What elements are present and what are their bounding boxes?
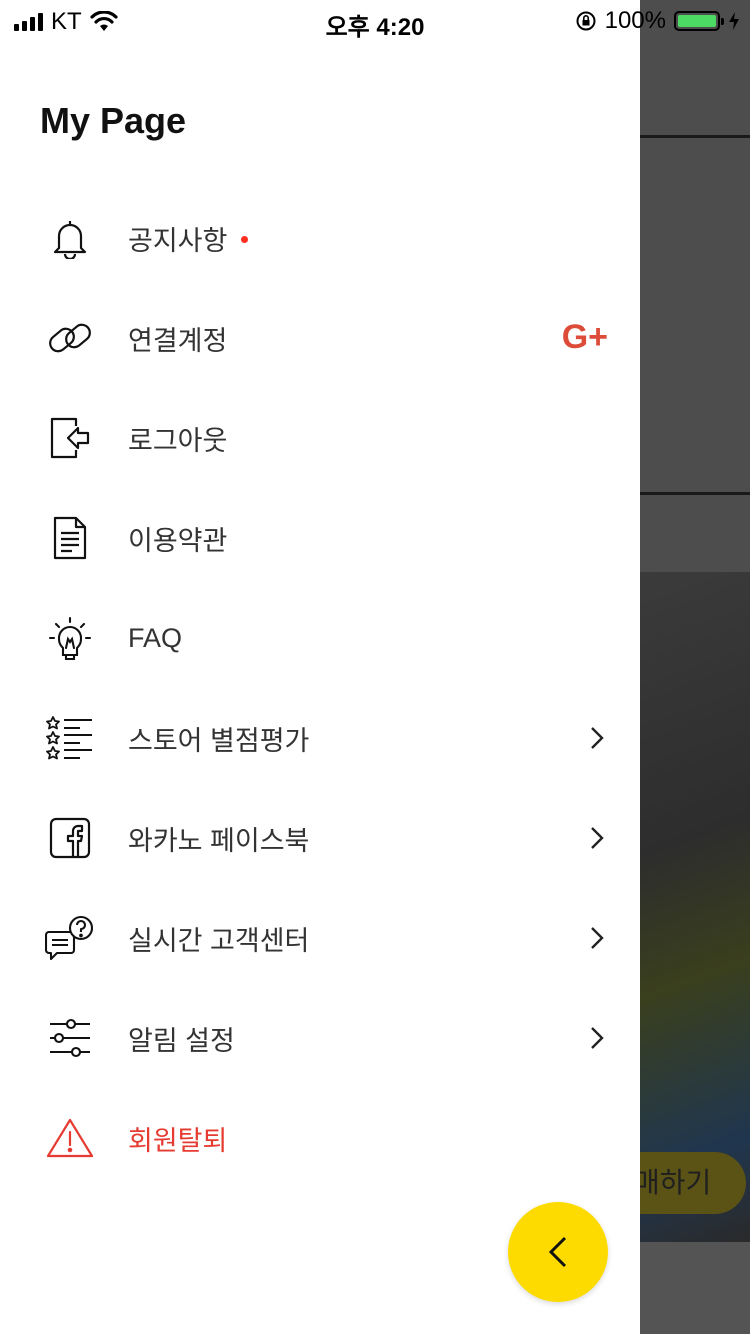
menu-item-facebook[interactable]: 와카노 페이스북 [0, 788, 640, 888]
menu-item-label: 연결계정 [128, 325, 228, 356]
menu-item-notification-settings[interactable]: 알림 설정 [0, 988, 640, 1088]
divider [640, 492, 750, 495]
lightbulb-icon [44, 612, 96, 664]
chevron-right-icon [582, 922, 612, 954]
menu-item-linked-accounts[interactable]: 연결계정 G+ [0, 288, 640, 388]
menu-item-label: FAQ [128, 622, 183, 653]
menu-item-faq[interactable]: FAQ [0, 588, 640, 688]
menu-item-label: 이용약관 [128, 525, 228, 556]
google-plus-icon: G+ [561, 318, 608, 356]
battery-percent: 100% [604, 7, 666, 34]
menu-item-label: 알림 설정 [128, 1025, 235, 1056]
menu-item-logout[interactable]: 로그아웃 [0, 388, 640, 488]
menu-item-store-rating[interactable]: 스토어 별점평가 [0, 688, 640, 788]
new-badge [241, 235, 249, 243]
chevron-right-icon [582, 1022, 612, 1054]
charging-icon [729, 12, 739, 30]
chat-help-icon [44, 912, 96, 964]
menu-item-customer-center[interactable]: 실시간 고객센터 [0, 888, 640, 988]
sliders-icon [44, 1012, 96, 1064]
background-footer [640, 1242, 750, 1334]
menu-item-notices[interactable]: 공지사항 [0, 188, 640, 288]
close-drawer-button[interactable] [508, 1202, 608, 1302]
divider [640, 135, 750, 138]
page-title: My Page [40, 100, 187, 141]
status-bar: KT 오후 4:20 100% [0, 0, 750, 41]
menu-item-label: 스토어 별점평가 [128, 725, 310, 756]
background-image [640, 572, 750, 1242]
warning-icon [44, 1112, 96, 1164]
status-right: 100% [575, 7, 740, 35]
side-drawer: My Page 공지사항 연결계정 G+ 로그아웃 이용약관 FAQ 스토어 별… [0, 0, 640, 1334]
menu-list: 공지사항 연결계정 G+ 로그아웃 이용약관 FAQ 스토어 별점평가 와카노 … [0, 188, 640, 1188]
chevron-right-icon [582, 722, 612, 754]
menu-item-label: 공지사항 [128, 219, 249, 258]
bell-icon [44, 212, 96, 264]
menu-item-label: 와카노 페이스북 [128, 825, 310, 856]
link-icon [44, 312, 96, 364]
document-icon [44, 512, 96, 564]
star-list-icon [44, 712, 96, 764]
logout-icon [44, 412, 96, 464]
menu-item-label: 회원탈퇴 [128, 1125, 228, 1156]
facebook-icon [44, 812, 96, 864]
chevron-left-icon [548, 1236, 567, 1268]
menu-item-label: 로그아웃 [128, 425, 228, 456]
menu-item-label: 실시간 고객센터 [128, 925, 310, 956]
chevron-right-icon [582, 822, 612, 854]
rotation-lock-icon [576, 11, 596, 31]
menu-item-withdraw[interactable]: 회원탈퇴 [0, 1088, 640, 1188]
battery-icon [674, 11, 724, 31]
menu-item-terms[interactable]: 이용약관 [0, 488, 640, 588]
